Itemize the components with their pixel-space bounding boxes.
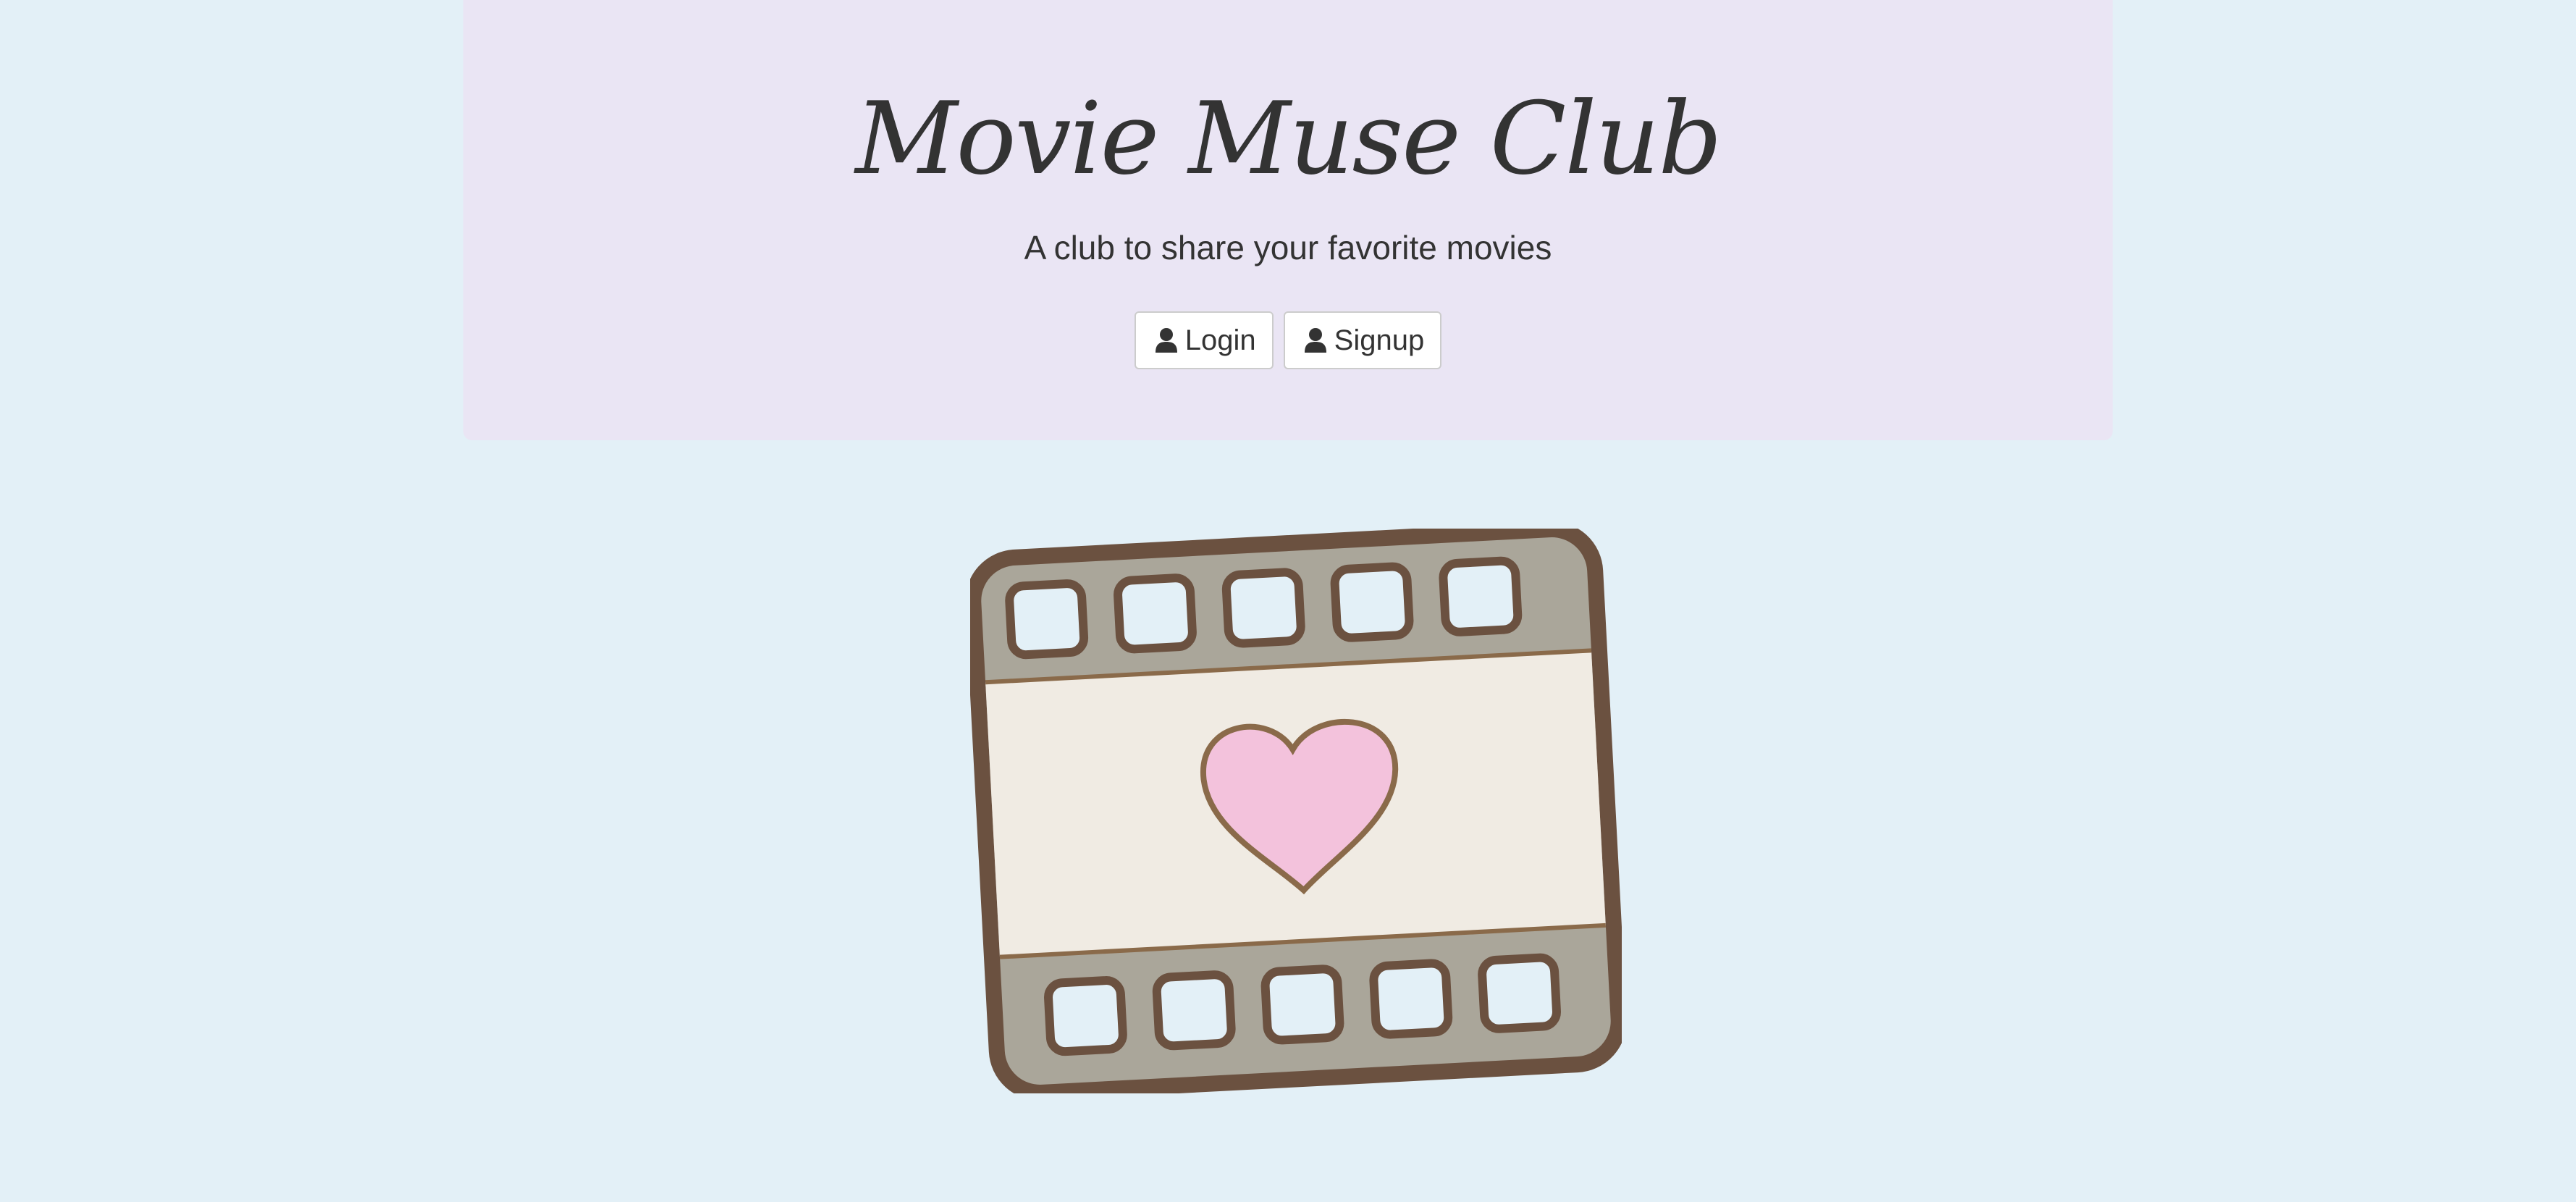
auth-button-group: Login Signup bbox=[463, 311, 2113, 369]
login-button[interactable]: Login bbox=[1134, 311, 1274, 369]
site-title: Movie Muse Club bbox=[855, 80, 1722, 197]
site-tagline: A club to share your favorite movies bbox=[1024, 229, 1552, 266]
user-icon bbox=[1304, 327, 1327, 353]
user-icon bbox=[1155, 327, 1178, 353]
login-button-label: Login bbox=[1184, 324, 1256, 356]
signup-button[interactable]: Signup bbox=[1283, 311, 1442, 369]
jumbotron-header: Movie Muse Club A club to share your fav… bbox=[463, 0, 2113, 440]
signup-button-label: Signup bbox=[1334, 324, 1425, 356]
film-strip-heart-illustration bbox=[965, 521, 1627, 1101]
